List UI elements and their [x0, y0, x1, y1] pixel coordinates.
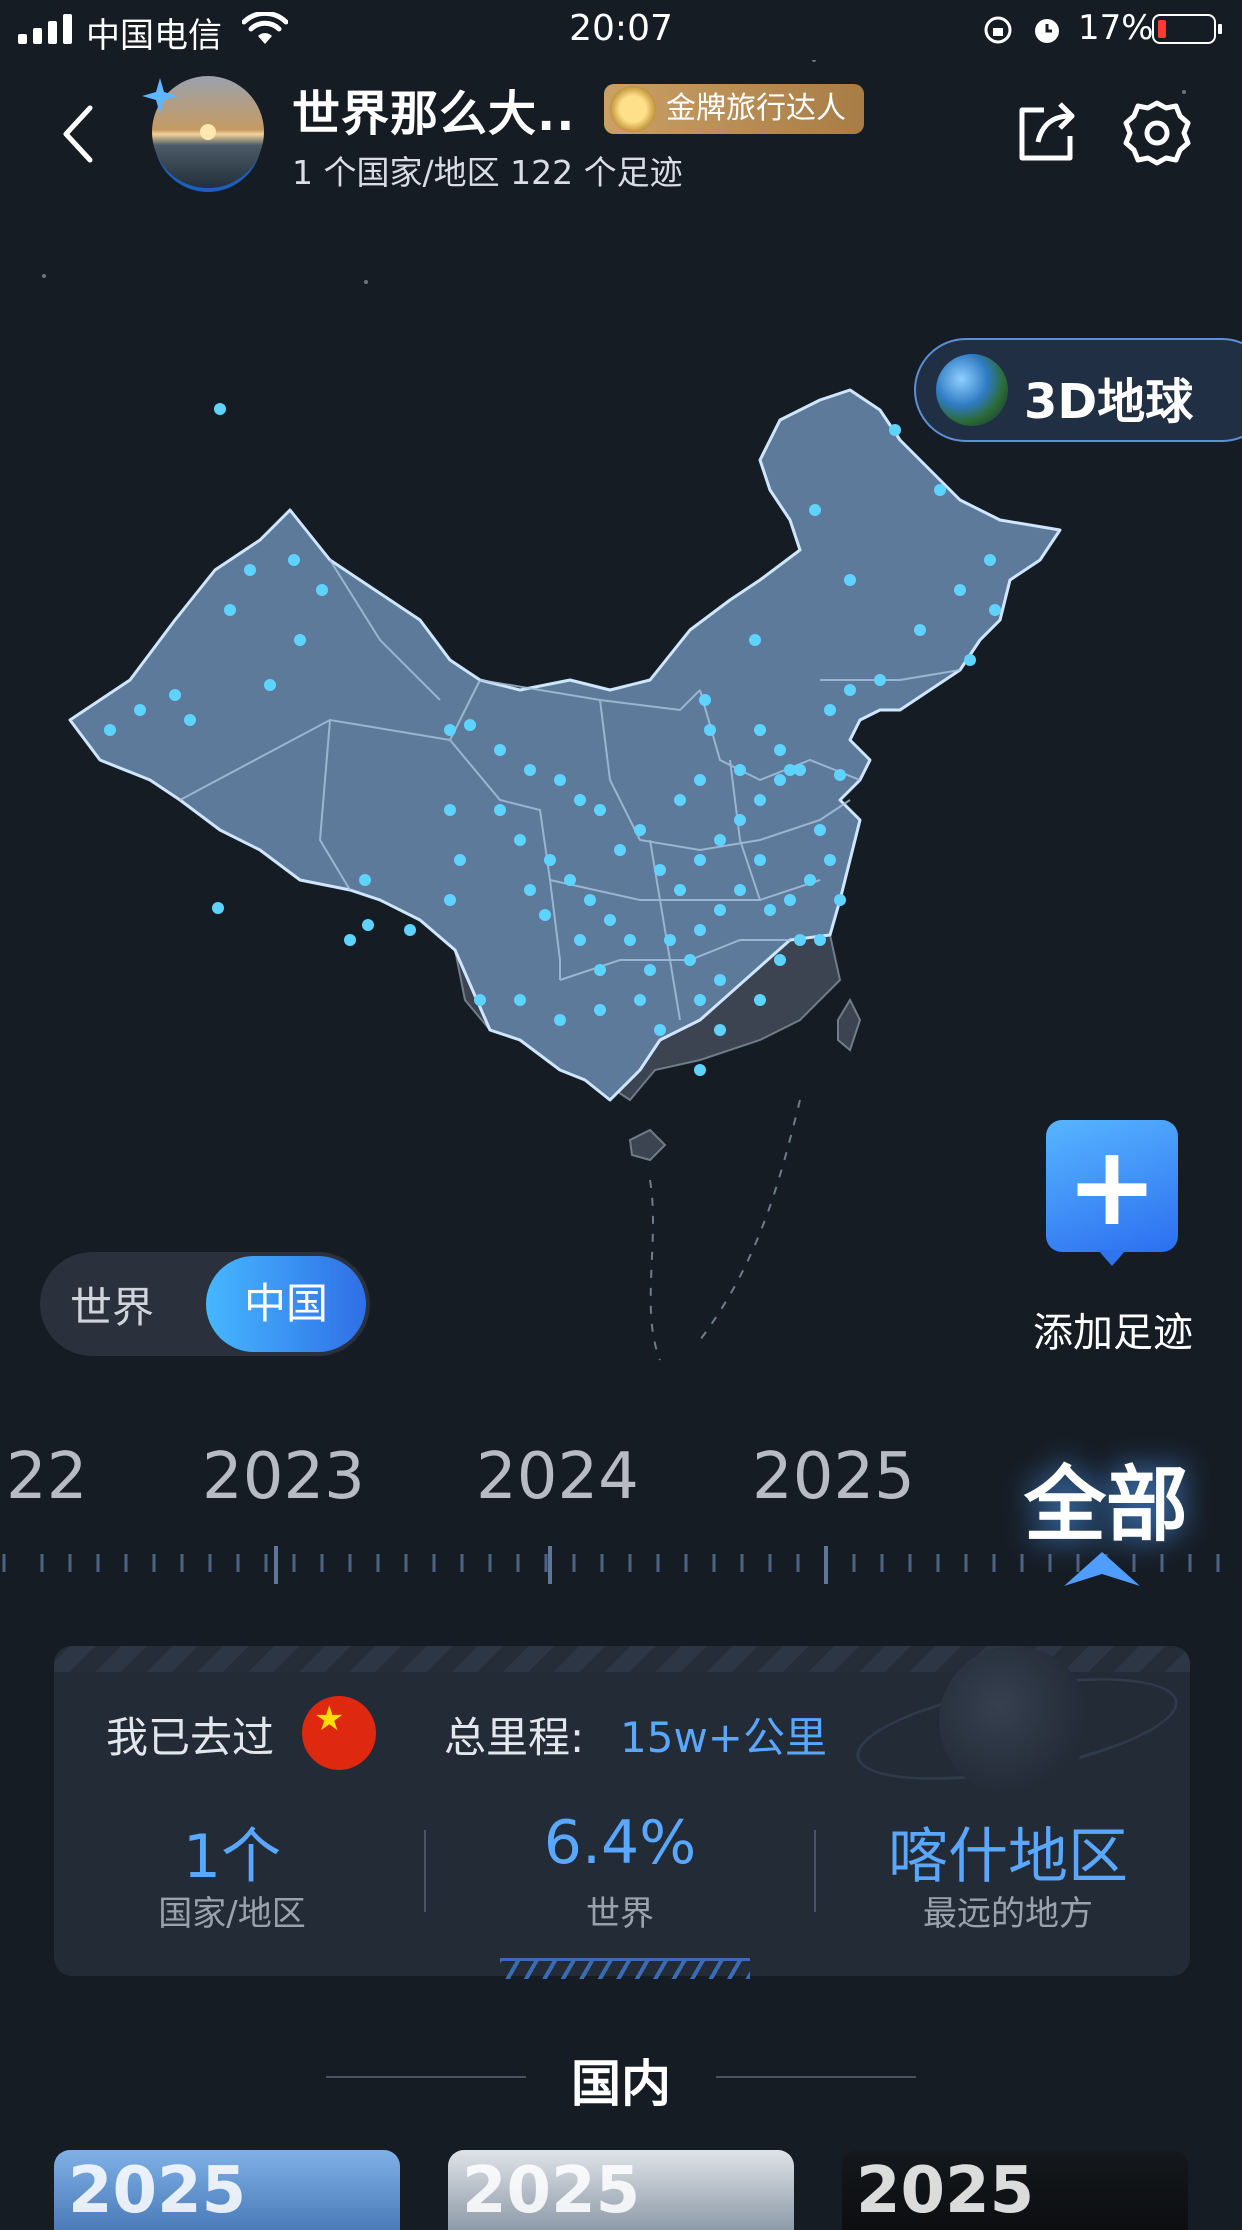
year-2024[interactable]: 2024 [476, 1440, 639, 1514]
star-decoration [42, 60, 1186, 284]
trip-card[interactable]: 2025 [54, 2150, 400, 2230]
section-line-right [716, 2076, 916, 2078]
region-toggle[interactable]: 世界 中国 [40, 1252, 370, 1356]
add-footprint-button[interactable]: + [1046, 1120, 1178, 1266]
total-distance-label: 总里程: [444, 1713, 585, 1762]
globe-icon [936, 354, 1008, 426]
china-flag-icon: ★ [302, 1696, 376, 1770]
trip-card-year: 2025 [856, 2154, 1035, 2228]
timeline-pointer-icon [1064, 1552, 1140, 1586]
world-percent-label: 世界 [586, 1894, 654, 1934]
countries-count: 1个 [182, 1822, 282, 1892]
year-2025[interactable]: 2025 [752, 1440, 915, 1514]
farthest-place: 喀什地区 [888, 1822, 1128, 1892]
trip-card[interactable]: 2025 [842, 2150, 1188, 2230]
total-distance-value: 15w+公里 [620, 1713, 827, 1762]
timeline-ruler[interactable] [0, 1542, 1242, 1590]
alarm-icon [1035, 19, 1059, 43]
farthest-place-label: 最远的地方 [923, 1894, 1093, 1934]
world-percent: 6.4% [543, 1808, 697, 1878]
plus-icon: + [1065, 1122, 1159, 1250]
year-2023[interactable]: 2023 [202, 1440, 365, 1514]
add-footprint-label[interactable]: 添加足迹 [1010, 1300, 1216, 1358]
3d-globe-button[interactable]: 3D地球 [914, 338, 1242, 442]
year-all[interactable]: 全部 [1024, 1438, 1188, 1557]
battery-percent: 17% [1078, 8, 1154, 48]
card-decoration [500, 1958, 750, 1979]
status-bar: 中国电信 20:07 17% [0, 0, 1242, 62]
stat-divider [424, 1830, 426, 1912]
domestic-section-title: 国内 [571, 2055, 671, 2113]
trip-card[interactable]: 2025 [448, 2150, 794, 2230]
stat-divider [814, 1830, 816, 1912]
toggle-world[interactable]: 世界 [70, 1274, 154, 1335]
toggle-china[interactable]: 中国 [206, 1256, 366, 1352]
countries-label: 国家/地区 [158, 1894, 306, 1934]
visited-label: 我已去过 [106, 1713, 275, 1762]
trip-card-year: 2025 [68, 2154, 247, 2228]
battery-icon [1152, 14, 1222, 44]
trip-card-year: 2025 [462, 2154, 641, 2228]
3d-globe-label: 3D地球 [1024, 374, 1194, 430]
year-2022[interactable]: 22 [6, 1440, 87, 1514]
rotation-lock-icon [984, 16, 1012, 44]
